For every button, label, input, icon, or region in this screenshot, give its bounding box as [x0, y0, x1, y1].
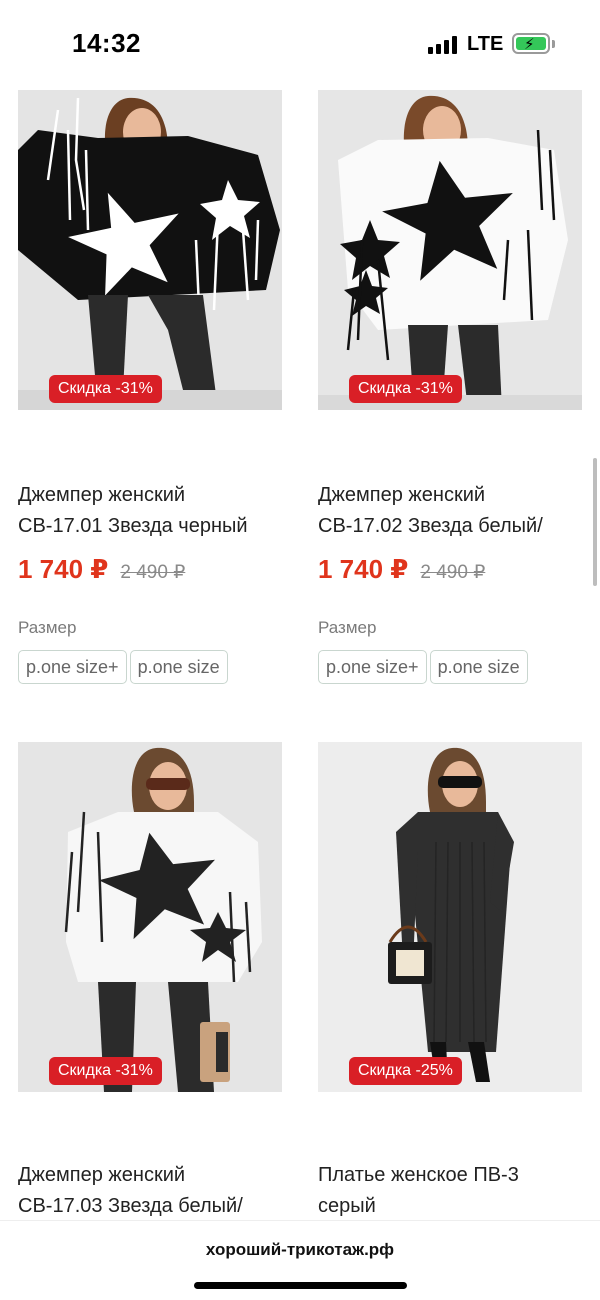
size-label: Размер: [18, 618, 77, 637]
size-label: Размер: [318, 618, 377, 637]
product-card[interactable]: Скидка -25% Платье женское ПВ-3 серый: [318, 742, 582, 1220]
old-price: 2 490 ₽: [120, 562, 186, 583]
discount-badge: Скидка -31%: [49, 375, 162, 403]
cellular-signal-icon: [428, 36, 458, 54]
product-title[interactable]: Джемпер женский СВ-17.02 Звезда белый/: [318, 480, 590, 542]
price-row: 1 740 ₽ 2 490 ₽: [318, 554, 485, 588]
old-price: 2 490 ₽: [420, 562, 486, 583]
status-time: 14:32: [72, 28, 141, 58]
current-price: 1 740 ₽: [18, 554, 109, 584]
size-options: р.one size+ р.one size: [18, 650, 231, 684]
size-chip[interactable]: р.one size+: [18, 650, 127, 684]
product-title-line: Платье женское ПВ-3: [318, 1164, 519, 1186]
status-bar: 14:32 LTE ⚡: [0, 0, 600, 88]
product-card[interactable]: Скидка -31% Джемпер женский СВ-17.03 Зве…: [18, 742, 282, 1220]
site-url[interactable]: хороший-трикотаж.рф: [0, 1240, 600, 1260]
size-options: р.one size+ р.one size: [318, 650, 531, 684]
product-card[interactable]: Скидка -31% Джемпер женский СВ-17.01 Зве…: [18, 90, 282, 690]
scrollbar[interactable]: [593, 458, 597, 586]
product-title-line: СВ-17.03 Звезда белый/: [18, 1195, 243, 1217]
home-indicator[interactable]: [194, 1282, 407, 1289]
battery-cap: [552, 40, 555, 48]
discount-badge: Скидка -25%: [349, 1057, 462, 1085]
product-title[interactable]: Джемпер женский СВ-17.03 Звезда белый/: [18, 1160, 290, 1222]
battery-charging-icon: ⚡: [512, 33, 550, 54]
browser-address-bar[interactable]: хороший-трикотаж.рф: [0, 1220, 600, 1300]
discount-badge: Скидка -31%: [349, 375, 462, 403]
product-card[interactable]: Скидка -31% Джемпер женский СВ-17.02 Зве…: [318, 90, 582, 690]
product-title-line: Джемпер женский: [18, 1164, 186, 1186]
product-photo[interactable]: Скидка -31%: [318, 90, 582, 410]
price-row: 1 740 ₽ 2 490 ₽: [18, 554, 185, 588]
product-title-line: Джемпер женский: [18, 484, 186, 506]
network-type: LTE: [467, 33, 504, 55]
product-title-line: СВ-17.01 Звезда черный: [18, 515, 248, 537]
size-chip[interactable]: р.one size: [429, 650, 528, 684]
product-photo[interactable]: Скидка -31%: [18, 90, 282, 410]
product-title-line: Джемпер женский: [318, 484, 486, 506]
size-chip[interactable]: р.one size+: [318, 650, 427, 684]
size-chip[interactable]: р.one size: [129, 650, 228, 684]
discount-badge: Скидка -31%: [49, 1057, 162, 1085]
current-price: 1 740 ₽: [318, 554, 409, 584]
product-title[interactable]: Джемпер женский СВ-17.01 Звезда черный: [18, 480, 290, 542]
product-title-line: СВ-17.02 Звезда белый/: [318, 515, 543, 537]
product-photo[interactable]: Скидка -31%: [18, 742, 282, 1092]
product-photo[interactable]: Скидка -25%: [318, 742, 582, 1092]
product-title[interactable]: Платье женское ПВ-3 серый: [318, 1160, 590, 1222]
product-title-line: серый: [318, 1195, 376, 1217]
